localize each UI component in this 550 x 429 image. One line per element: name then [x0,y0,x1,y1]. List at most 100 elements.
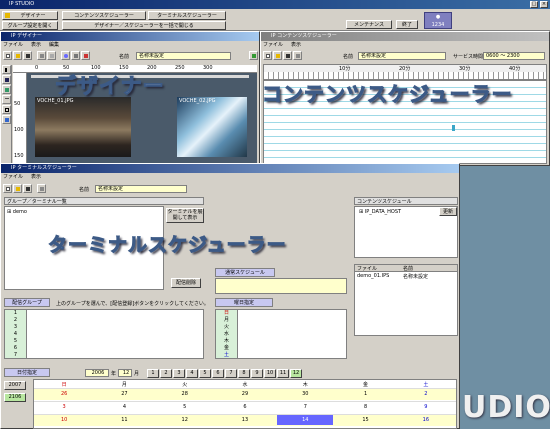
schedule-block[interactable] [452,125,455,131]
pointer-tool-icon[interactable] [2,65,11,74]
month-btn[interactable]: 10 [264,369,276,378]
content-save-icon[interactable] [283,51,292,60]
content-scheduler-button[interactable]: コンテンツスケジューラー [62,11,146,20]
calendar-date-cell[interactable]: 4 [94,402,154,412]
terminal-menu-file[interactable]: ファイル [3,174,23,180]
zoom-icon[interactable] [61,51,70,60]
terminal-open-icon[interactable] [13,184,22,193]
year-unit: 年 [111,371,117,377]
calendar-date-cell[interactable]: 10 [34,415,94,425]
calendar-date-cell[interactable]: 2 [396,389,456,399]
designer-button[interactable]: デザイナー [2,11,58,20]
month-btn[interactable]: 8 [238,369,250,378]
image-tool-icon[interactable] [2,85,11,94]
weekday-list[interactable]: 日 月 火 水 木 金 土 [215,309,347,359]
terminal-menu-view[interactable]: 表示 [31,174,41,180]
cut-icon[interactable] [37,51,46,60]
menu-edit[interactable]: 編集 [49,42,59,48]
content-menu-file[interactable]: ファイル [263,42,283,48]
regular-schedule-field[interactable] [215,278,347,294]
menu-file[interactable]: ファイル [3,42,23,48]
calendar-date-cell[interactable]: 27 [94,389,154,399]
window-maximize-icon[interactable]: □ [530,1,538,8]
update-button[interactable]: 更新 [439,207,457,216]
terminal-new-icon[interactable] [3,184,12,193]
calendar-day-header: 火 [182,382,188,388]
delivery-group-list[interactable]: 1 2 3 4 5 6 7 [4,309,204,359]
rect-tool-icon[interactable] [2,105,11,114]
calendar-date-cell[interactable]: 9 [396,402,456,412]
month-btn[interactable]: 4 [186,369,198,378]
month-btn[interactable]: 7 [225,369,237,378]
calendar-date-cell[interactable]: 3 [34,402,94,412]
month-btn[interactable]: 2 [160,369,172,378]
calendar-date-cell[interactable]: 12 [155,415,215,425]
calendar-date-cell[interactable]: 14 [277,415,334,425]
content-open-icon[interactable] [273,51,282,60]
terminal-print-icon[interactable] [37,184,46,193]
calendar-date-cell[interactable]: 5 [155,402,215,412]
month-field[interactable]: 12 [118,369,132,377]
side-year-btn[interactable]: 2007 [4,381,26,390]
new-icon[interactable] [3,51,12,60]
window-close-icon[interactable]: × [540,1,548,8]
group-setting-button[interactable]: グループ設定を開く [2,21,58,30]
tree-root[interactable]: ⊞ demo [7,209,27,215]
month-btn[interactable]: 1 [147,369,159,378]
year-field[interactable]: 2006 [85,369,109,377]
image-frame-1[interactable]: VOCHE_01.JPG [35,97,131,157]
save-icon[interactable] [23,51,32,60]
side-date-btn[interactable]: 2106 [4,393,26,402]
calendar-date-cell[interactable]: 7 [275,402,335,412]
exit-button[interactable]: 終了 [396,20,418,29]
calendar-date-cell[interactable]: 30 [275,389,335,399]
terminal-save-icon[interactable] [23,184,32,193]
content-menu-view[interactable]: 表示 [291,42,301,48]
menu-view[interactable]: 表示 [31,42,41,48]
month-btn[interactable]: 3 [173,369,185,378]
file-list[interactable]: ファイル 名前 demo_01.IPS 名称未設定 [354,264,458,336]
line-tool-icon[interactable] [2,95,11,104]
calendar-date-cell[interactable]: 29 [215,389,275,399]
calendar-side: 2007 2106 [4,379,28,427]
calendar-date-cell[interactable]: 13 [215,415,275,425]
terminal-name-field[interactable]: 名称未設定 [95,185,187,193]
terminal-scheduler-button[interactable]: ターミナルスケジューラー [148,11,226,20]
delete-delivery-button[interactable]: 配信削除 [171,278,201,288]
calendar-date-cell[interactable]: 8 [335,402,395,412]
text-tool-icon[interactable] [2,75,11,84]
content-tree-item[interactable]: ⊞ IP_DATA_HOST [359,209,401,215]
calendar-date-cell[interactable]: 1 [335,389,395,399]
month-btn[interactable]: 6 [212,369,224,378]
maintenance-button[interactable]: メンテナンス [346,20,392,29]
file-list-row[interactable]: demo_01.IPS 名称未設定 [355,273,457,280]
calendar-date-cell[interactable]: 15 [335,415,395,425]
month-btn[interactable]: 5 [199,369,211,378]
calendar-date-cell[interactable]: 28 [155,389,215,399]
content-print-icon[interactable] [293,51,302,60]
weekday-fri: 金 [223,345,229,351]
calendar-grid[interactable]: 日月火水木金土 26 27 28 29 30 1 2 3 4 5 6 7 8 9 10 11 12 13 14 15 16 [33,379,457,429]
calendar-date-cell[interactable]: 16 [396,415,456,425]
open-icon[interactable] [13,51,22,60]
expand-terminal-button[interactable]: ターミナルを展開して表示 [166,208,204,223]
file-list-header: ファイル 名前 [355,265,457,272]
service-time-field[interactable]: 0600 〜 2300 [483,52,545,60]
grid-icon[interactable] [71,51,80,60]
designer-ok-icon[interactable] [249,51,258,60]
delete-icon[interactable] [81,51,90,60]
designer-name-field[interactable]: 名称未設定 [136,52,231,60]
content-new-icon[interactable] [263,51,272,60]
designer-scheduler-button[interactable]: デザイナー／スケジューラーを一括で開じる [62,21,226,30]
calendar-day-header: 木 [302,382,308,388]
month-btn-selected[interactable]: 12 [290,369,302,378]
copy-icon[interactable] [47,51,56,60]
calendar-date-cell[interactable]: 26 [34,389,94,399]
calendar-date-cell[interactable]: 6 [215,402,275,412]
month-btn[interactable]: 11 [277,369,289,378]
calendar-date-cell[interactable]: 11 [94,415,154,425]
content-name-field[interactable]: 名称未設定 [358,52,446,60]
month-btn[interactable]: 9 [251,369,263,378]
video-tool-icon[interactable] [2,115,11,124]
image-frame-2[interactable]: VOCHE_02.JPG [177,97,247,157]
